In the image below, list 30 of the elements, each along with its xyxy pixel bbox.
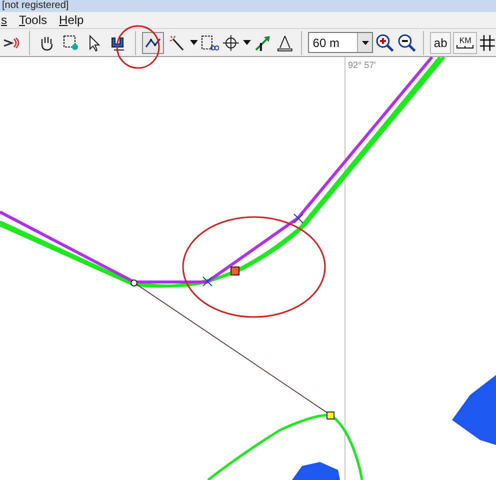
route-point-marker bbox=[202, 276, 212, 286]
scale-bar-button[interactable]: KM bbox=[453, 32, 478, 54]
annotation-circle bbox=[115, 24, 161, 70]
caret-icon[interactable] bbox=[190, 40, 198, 45]
scale-dropdown[interactable]: 60 m bbox=[308, 32, 374, 53]
grid-icon[interactable] bbox=[479, 34, 496, 52]
waypoint-marker bbox=[326, 412, 334, 420]
cut-selection-icon[interactable] bbox=[200, 34, 220, 52]
waypoint-marker bbox=[230, 266, 240, 276]
labels-button[interactable]: ab bbox=[430, 32, 452, 54]
route-point-marker bbox=[294, 214, 304, 224]
zoom-in-icon[interactable] bbox=[375, 32, 395, 52]
wand-icon bbox=[168, 34, 186, 52]
coordinate-label: 92° 57' bbox=[348, 59, 376, 72]
window-title: [not registered] bbox=[1, 0, 69, 12]
arrow-icon[interactable] bbox=[253, 34, 273, 52]
zoom-out-icon[interactable] bbox=[396, 32, 417, 52]
route-point-marker bbox=[130, 280, 138, 286]
lake bbox=[452, 375, 496, 445]
ruler-icon bbox=[456, 44, 474, 48]
move-icon[interactable] bbox=[221, 34, 242, 52]
toolbar-button[interactable] bbox=[142, 32, 164, 54]
lake bbox=[292, 462, 340, 480]
menu-item[interactable]: s bbox=[0, 11, 13, 29]
compass-icon[interactable] bbox=[274, 34, 295, 52]
caret-icon[interactable] bbox=[243, 40, 252, 45]
zoom-area-icon bbox=[62, 34, 80, 52]
caret-icon bbox=[362, 40, 369, 44]
menu-item[interactable]: Tools bbox=[13, 11, 54, 29]
menu-item[interactable]: Help bbox=[53, 11, 90, 29]
